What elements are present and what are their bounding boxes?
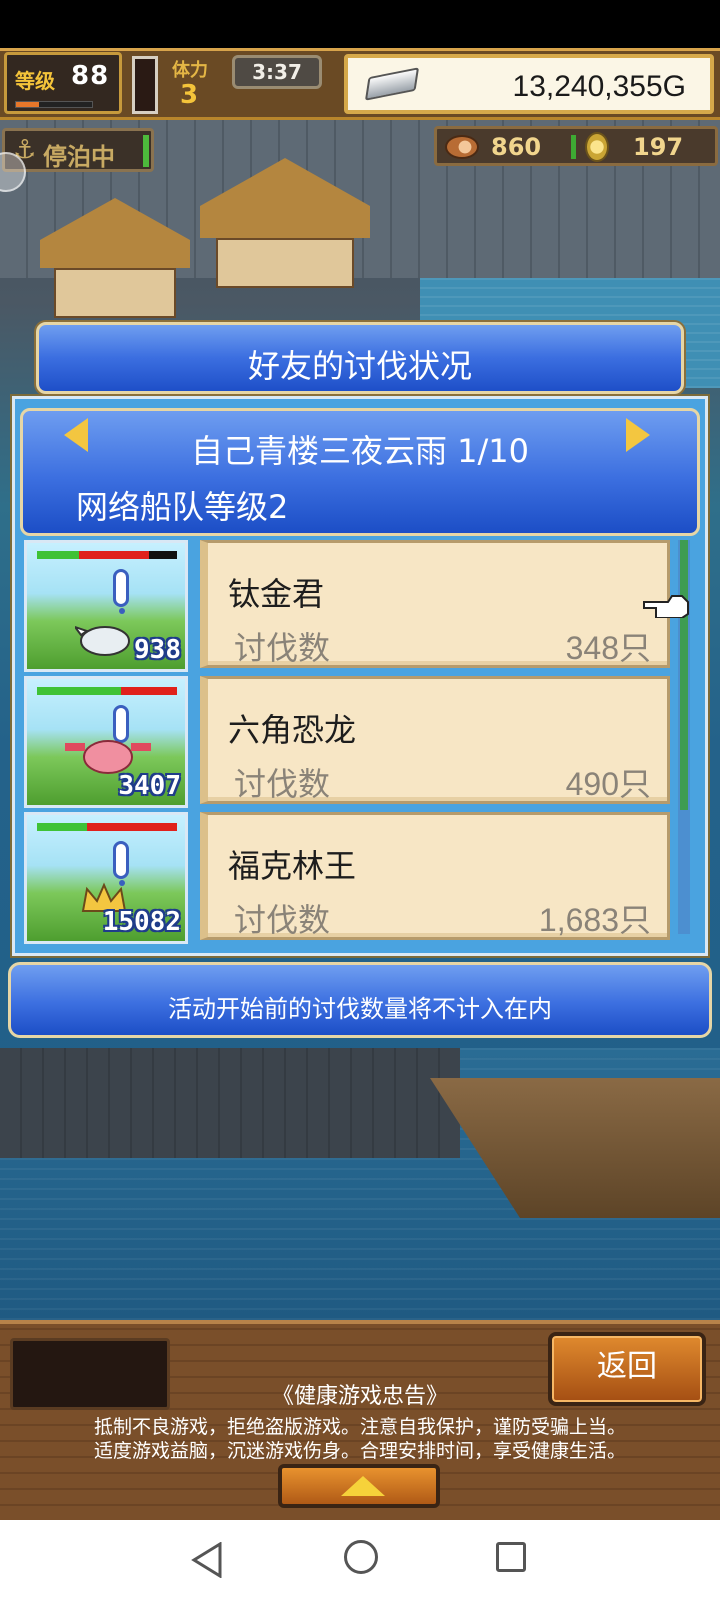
kill-count-label: 讨伐数 xyxy=(234,901,331,939)
town-house xyxy=(200,158,370,288)
meat-icon xyxy=(445,135,479,159)
health-advice-title: 《健康游戏忠告》 xyxy=(271,1384,448,1409)
level-panel: 等级 88 xyxy=(4,52,122,114)
exclamation-icon xyxy=(113,569,129,614)
prev-arrow-icon[interactable] xyxy=(64,418,88,452)
hp-bar xyxy=(37,687,177,695)
stamina-value: 3 xyxy=(180,80,199,110)
level-label: 等级 xyxy=(15,69,55,93)
hp-bar-red xyxy=(79,551,149,559)
monster-thumbnail[interactable]: 938 xyxy=(24,540,188,672)
stamina-label: 体力 xyxy=(172,60,208,81)
fleet-level: 网络船队等级2 xyxy=(76,488,289,526)
friend-name: 六角恐龙 xyxy=(228,711,357,749)
friend-card[interactable]: 钛金君 讨伐数 348只 xyxy=(200,540,670,668)
notice-text: 活动开始前的讨伐数量将不计入在内 xyxy=(168,995,552,1023)
friend-name: 福克林王 xyxy=(228,847,357,885)
monster-badge-number: 15082 xyxy=(102,907,181,937)
hp-bar xyxy=(37,551,177,559)
rhino-monster-icon xyxy=(75,625,130,656)
kill-count: 1,683只 xyxy=(538,902,651,938)
monster-badge-number: 938 xyxy=(134,635,181,665)
kill-count: 348只 xyxy=(565,630,651,666)
stone-pier xyxy=(0,1048,460,1158)
coin-icon xyxy=(585,132,609,162)
dock-status-label: 停泊中 xyxy=(43,143,115,171)
list-item[interactable]: 3407 六角恐龙 讨伐数 490只 xyxy=(22,676,672,808)
kill-count: 490只 xyxy=(565,766,651,802)
system-nav-bar xyxy=(0,1520,720,1600)
health-advice-line: 抵制不良游戏，拒绝盗版游戏。注意自我保护，谨防受骗上当。 xyxy=(93,1416,626,1438)
experience-fill xyxy=(16,102,39,107)
notice-banner: 活动开始前的讨伐数量将不计入在内 xyxy=(8,962,712,1038)
player-name: 自己青楼三夜云雨 1/10 xyxy=(190,432,530,470)
hp-bar-green xyxy=(37,551,79,559)
status-indicator xyxy=(143,135,149,167)
game-clock: 3:37 xyxy=(232,55,322,89)
gold-panel: 13,240,355G xyxy=(344,54,714,114)
list-item[interactable]: 15082 福克林王 讨伐数 1,683只 xyxy=(22,812,672,944)
dialog-title: 好友的讨伐状况 xyxy=(247,347,472,385)
monster-badge-number: 3407 xyxy=(118,771,181,801)
hp-bar xyxy=(37,823,177,831)
experience-bar xyxy=(15,101,93,108)
level-value: 88 xyxy=(71,61,110,91)
expand-menu-button[interactable] xyxy=(278,1464,440,1508)
friend-card[interactable]: 福克林王 讨伐数 1,683只 xyxy=(200,812,670,940)
pointing-hand-icon xyxy=(643,595,689,618)
scrollbar-thumb[interactable] xyxy=(680,540,688,810)
kill-count-label: 讨伐数 xyxy=(234,629,331,667)
nav-back-icon[interactable] xyxy=(190,1542,224,1578)
gold-amount: 13,240,355G xyxy=(512,70,686,103)
nav-home-icon[interactable] xyxy=(344,1540,378,1574)
exclamation-icon xyxy=(113,841,129,886)
hp-bar-green xyxy=(37,687,121,695)
hp-bar-red xyxy=(121,687,177,695)
monster-thumbnail[interactable]: 3407 xyxy=(24,676,188,808)
food-amount: 860 xyxy=(491,133,542,161)
monster-thumbnail[interactable]: 15082 xyxy=(24,812,188,944)
friend-name: 钛金君 xyxy=(228,575,325,613)
resource-divider xyxy=(571,135,576,159)
kill-count-label: 讨伐数 xyxy=(234,765,331,803)
friend-list[interactable]: 938 钛金君 讨伐数 348只 3407 六角恐龙 讨伐数 490只 1508… xyxy=(22,540,698,950)
town-house xyxy=(40,198,190,318)
dialog-title-banner: 好友的讨伐状况 xyxy=(36,322,684,394)
friend-card[interactable]: 六角恐龙 讨伐数 490只 xyxy=(200,676,670,804)
list-item[interactable]: 938 钛金君 讨伐数 348只 xyxy=(22,540,672,672)
coin-amount: 197 xyxy=(633,133,684,161)
nav-recents-icon[interactable] xyxy=(496,1542,526,1572)
health-advice-line: 适度游戏益脑，沉迷游戏伤身。合理安排时间，享受健康生活。 xyxy=(93,1440,626,1462)
up-arrow-icon xyxy=(341,1476,385,1496)
hp-bar-red xyxy=(87,823,177,831)
hp-bar-green xyxy=(37,823,88,831)
gauge-icon xyxy=(132,56,158,114)
resource-panel: 860 197 xyxy=(434,126,718,166)
silver-ingot-icon xyxy=(364,67,420,101)
